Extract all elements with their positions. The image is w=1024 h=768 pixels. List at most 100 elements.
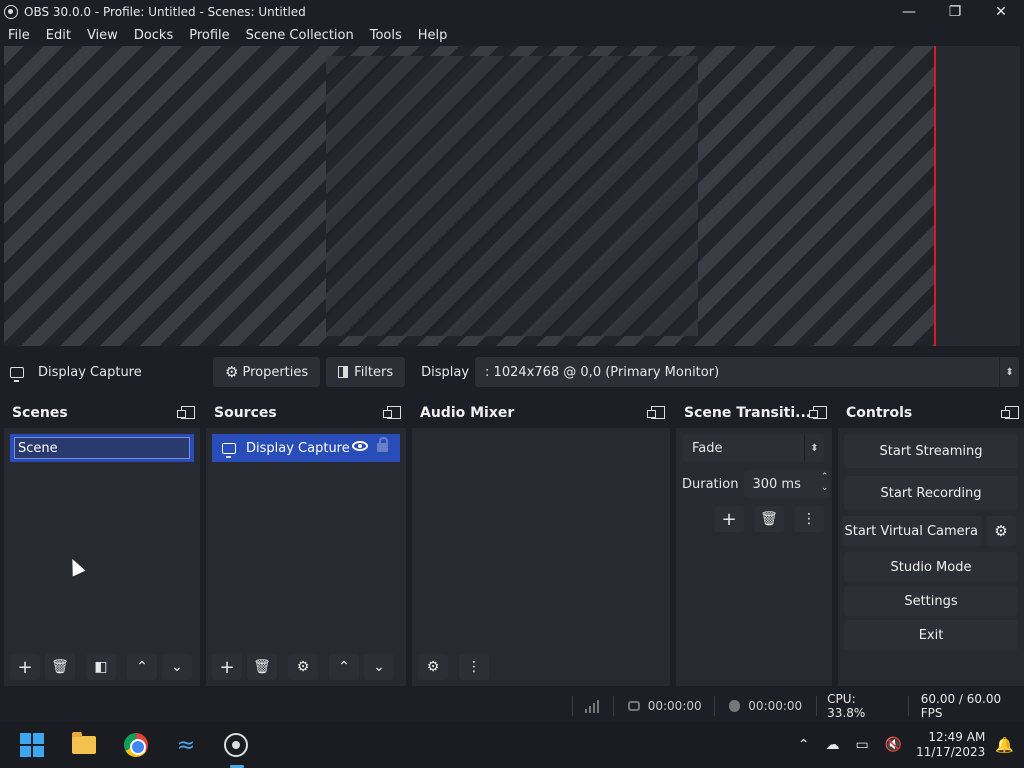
obs-app-icon — [4, 5, 18, 19]
dolphin-icon[interactable]: ≈ — [172, 731, 200, 759]
menu-docks[interactable]: Docks — [126, 28, 181, 43]
menu-view[interactable]: View — [79, 28, 126, 43]
chevron-up-icon: ⌃ — [338, 659, 350, 675]
sources-list: Display Capture — [206, 428, 406, 648]
sources-dock: Sources Display Capture + 🗑 ⚙ ⌃ ⌄ — [206, 398, 406, 686]
clock-time: 12:49 AM — [928, 730, 986, 744]
display-select[interactable]: : 1024x768 @ 0,0 (Primary Monitor) ⬍ — [475, 357, 1020, 387]
duration-input[interactable]: 300 ms ⌃ ⌄ — [744, 470, 831, 498]
divider — [907, 696, 909, 716]
lock-icon[interactable] — [377, 437, 388, 452]
title-bar: OBS 30.0.0 - Profile: Untitled - Scenes:… — [0, 0, 1024, 24]
settings-button[interactable]: Settings — [844, 586, 1018, 616]
menu-tools[interactable]: Tools — [362, 28, 410, 43]
filter-icon: ◧ — [94, 659, 108, 675]
kebab-icon: ⋮ — [802, 511, 816, 527]
divider — [572, 696, 573, 716]
transitions-body: Fade ⬍ Duration 300 ms ⌃ ⌄ + 🗑 ⋮ — [676, 428, 832, 648]
menu-scene-collection[interactable]: Scene Collection — [238, 28, 362, 43]
cpu-usage: CPU: 33.8% — [827, 692, 866, 720]
move-scene-down-button[interactable]: ⌄ — [162, 654, 192, 680]
trash-icon: 🗑 — [253, 659, 271, 675]
clock[interactable]: 12:49 AM 11/17/2023 — [916, 730, 985, 760]
clock-date: 11/17/2023 — [916, 745, 986, 759]
window-title: OBS 30.0.0 - Profile: Untitled - Scenes:… — [24, 5, 306, 19]
menu-file[interactable]: File — [0, 28, 38, 43]
chrome-icon[interactable] — [122, 731, 150, 759]
transition-buttons: + 🗑 ⋮ — [714, 506, 832, 532]
chevron-up-icon[interactable]: ⌃ — [798, 737, 810, 753]
scenes-title: Scenes — [12, 405, 68, 421]
file-explorer-icon[interactable] — [70, 731, 98, 759]
sources-title: Sources — [214, 405, 277, 421]
start-recording-button[interactable]: Start Recording — [844, 476, 1018, 510]
transition-menu-button[interactable]: ⋮ — [794, 506, 824, 532]
add-transition-button[interactable]: + — [714, 506, 744, 532]
remove-source-button[interactable]: 🗑 — [247, 654, 277, 680]
obs-icon[interactable] — [222, 731, 250, 768]
trash-icon: 🗑 — [51, 659, 69, 675]
remove-transition-button[interactable]: 🗑 — [754, 506, 784, 532]
live-time: 00:00:00 — [647, 699, 702, 713]
start-virtual-camera-button[interactable]: Start Virtual Camera — [842, 516, 982, 546]
taskbar: ≈ ⌃ ☁ ▭ 🔇 12:49 AM 11/17/2023 🔔 — [0, 722, 1024, 768]
close-button[interactable]: ✕ — [978, 0, 1024, 24]
status-bar: 00:00:00 00:00:00 CPU: 33.8% 60.00 / 60.… — [0, 690, 1024, 722]
monitor-icon — [10, 366, 24, 382]
transition-select[interactable]: Fade ⬍ — [682, 434, 824, 462]
scene-name-input[interactable]: Scene — [14, 437, 190, 459]
advanced-audio-button[interactable]: ⚙ — [418, 654, 448, 680]
audio-mixer-menu-button[interactable]: ⋮ — [459, 654, 489, 680]
minimize-button[interactable]: — — [886, 0, 932, 24]
current-source: Display Capture — [10, 365, 210, 382]
eye-icon[interactable] — [352, 441, 368, 451]
divider — [713, 696, 715, 716]
menu-edit[interactable]: Edit — [38, 28, 79, 43]
exit-button[interactable]: Exit — [844, 620, 1018, 650]
virtual-camera-settings-button[interactable]: ⚙ — [986, 516, 1016, 546]
filters-button[interactable]: Filters — [326, 357, 406, 387]
audio-mixer-title: Audio Mixer — [420, 405, 515, 421]
add-source-button[interactable]: + — [212, 654, 242, 680]
undock-icon[interactable] — [1001, 406, 1019, 419]
remove-scene-button[interactable]: 🗑 — [45, 654, 75, 680]
audio-mixer-dock: Audio Mixer ⚙ ⋮ — [412, 398, 670, 686]
start-streaming-button[interactable]: Start Streaming — [844, 434, 1018, 468]
properties-button[interactable]: ⚙ Properties — [213, 357, 321, 387]
virtual-camera-row: Start Virtual Camera ⚙ — [842, 516, 1018, 546]
chevron-updown-icon: ⬍ — [999, 357, 1019, 387]
source-properties-button[interactable]: ⚙ — [288, 654, 318, 680]
move-scene-up-button[interactable]: ⌃ — [127, 654, 157, 680]
undock-icon[interactable] — [647, 406, 665, 419]
scene-filters-button[interactable]: ◧ — [86, 654, 116, 680]
scenes-dock-header: Scenes — [4, 398, 200, 428]
speaker-muted-icon[interactable]: 🔇 — [885, 737, 902, 753]
scenes-list: Scene — [4, 428, 200, 648]
add-scene-button[interactable]: + — [10, 654, 40, 680]
studio-mode-button[interactable]: Studio Mode — [844, 552, 1018, 582]
kebab-icon: ⋮ — [467, 659, 481, 675]
menu-profile[interactable]: Profile — [181, 28, 237, 43]
move-source-down-button[interactable]: ⌄ — [364, 654, 394, 680]
preview-canvas[interactable] — [4, 46, 936, 346]
list-item[interactable]: Scene — [10, 434, 194, 462]
plus-icon: + — [721, 508, 737, 530]
undock-icon[interactable] — [177, 406, 195, 419]
list-item[interactable]: Display Capture — [212, 434, 400, 462]
divider — [612, 696, 614, 716]
notification-bell-icon[interactable]: 🔔 — [995, 736, 1014, 754]
source-toolbar: Display Capture ⚙ Properties Filters Dis… — [0, 352, 1024, 392]
network-icon[interactable]: ▭ — [855, 737, 868, 753]
onedrive-offline-icon[interactable]: ☁ — [825, 737, 839, 753]
undock-icon[interactable] — [383, 406, 401, 419]
record-icon — [728, 700, 741, 712]
undock-icon[interactable] — [809, 406, 827, 419]
stepper-icon[interactable]: ⌃ ⌄ — [821, 472, 829, 494]
move-source-up-button[interactable]: ⌃ — [329, 654, 359, 680]
maximize-button[interactable]: ❐ — [932, 0, 978, 24]
monitor-icon — [222, 442, 236, 458]
menu-help[interactable]: Help — [410, 28, 456, 43]
controls-dock-header: Controls — [838, 398, 1024, 428]
windows-start-icon[interactable] — [18, 731, 46, 759]
controls-dock: Controls Start Streaming Start Recording… — [838, 398, 1024, 686]
